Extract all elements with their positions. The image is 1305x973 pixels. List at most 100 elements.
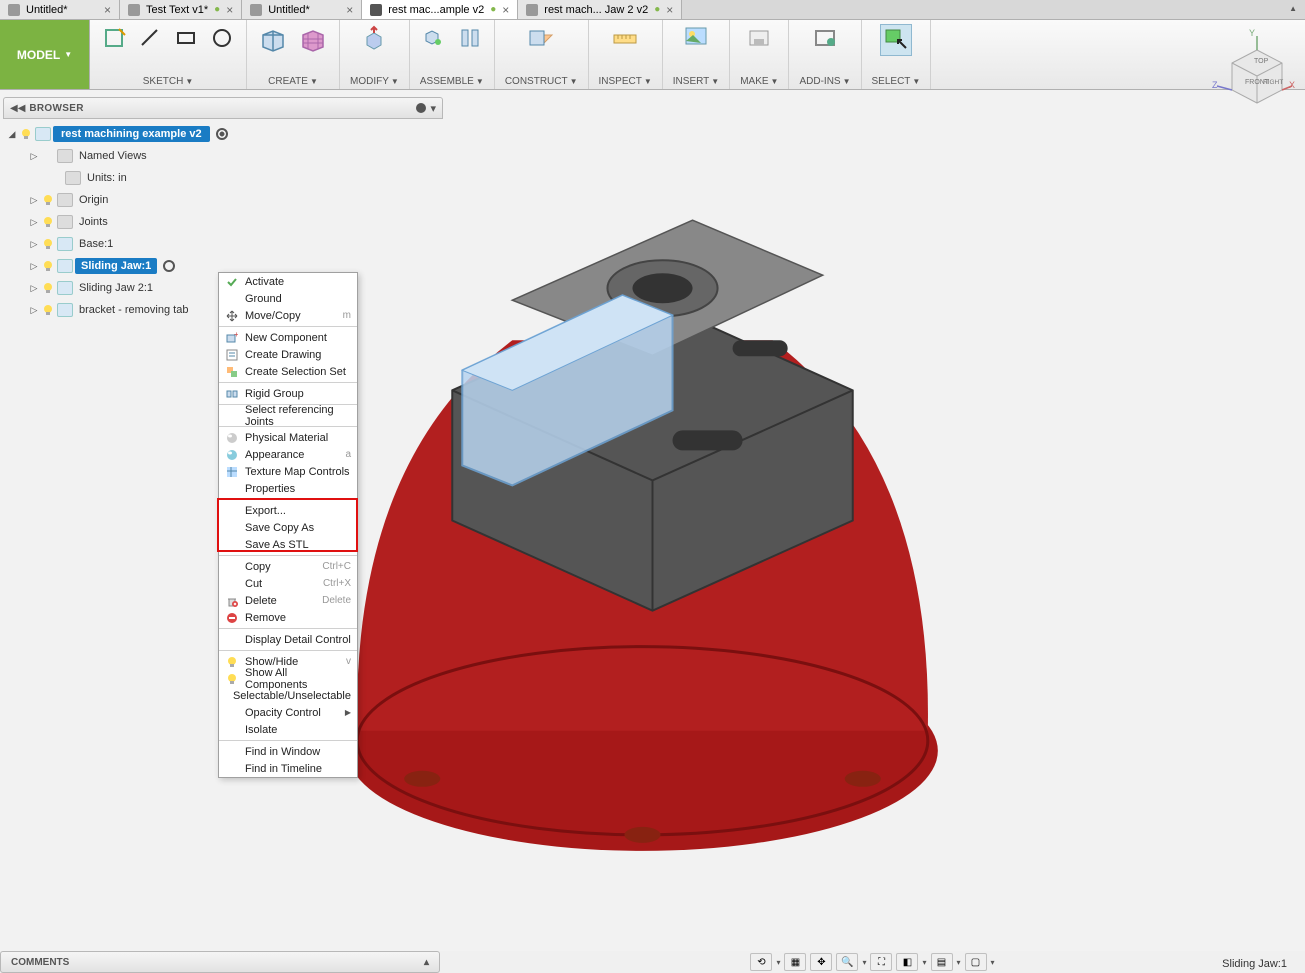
joint-asbuilt-icon[interactable] (456, 24, 484, 52)
pan-icon[interactable]: ✥ (810, 953, 832, 971)
viewport-icon[interactable]: ▢ (965, 953, 987, 971)
tree-node[interactable]: ▷Origin (3, 189, 443, 211)
expander-icon[interactable]: ◢ (7, 129, 17, 140)
menu-item-select-referencing-joints[interactable]: Select referencing Joints (219, 407, 357, 424)
measure-icon[interactable] (611, 24, 639, 52)
activate-radio-icon[interactable] (163, 260, 175, 272)
close-icon[interactable]: × (346, 3, 353, 17)
tab-untitled-2[interactable]: Untitled* × (242, 0, 362, 19)
menu-item-save-copy-as[interactable]: Save Copy As (219, 519, 357, 536)
close-icon[interactable]: × (226, 3, 233, 17)
fit-icon[interactable]: ⛶ (870, 953, 892, 971)
expander-icon[interactable]: ▷ (29, 283, 39, 294)
group-label[interactable]: INSPECT▼ (599, 76, 652, 87)
group-label[interactable]: SKETCH▼ (143, 76, 193, 87)
tab-untitled-1[interactable]: Untitled* × (0, 0, 120, 19)
visibility-bulb-icon[interactable] (41, 193, 55, 207)
group-label[interactable]: ASSEMBLE▼ (420, 76, 484, 87)
expander-icon[interactable]: ▷ (29, 261, 39, 272)
addins-icon[interactable] (811, 24, 839, 52)
tree-node[interactable]: ▷Joints (3, 211, 443, 233)
visibility-bulb-icon[interactable] (19, 127, 33, 141)
close-icon[interactable]: × (666, 3, 673, 17)
visibility-bulb-icon[interactable] (41, 237, 55, 251)
tree-node[interactable]: ▷Base:1 (3, 233, 443, 255)
menu-item-create-selection-set[interactable]: Create Selection Set (219, 363, 357, 380)
menu-item-remove[interactable]: Remove (219, 609, 357, 626)
menu-item-activate[interactable]: Activate (219, 273, 357, 290)
options-icon[interactable]: ▾ (430, 102, 436, 115)
tree-node[interactable]: ▷Named Views (3, 145, 443, 167)
group-label[interactable]: ADD-INS▼ (799, 76, 850, 87)
menu-item-rigid-group[interactable]: Rigid Group (219, 385, 357, 402)
lookAt-icon[interactable]: ▦ (784, 953, 806, 971)
visibility-bulb-icon[interactable] (41, 259, 55, 273)
active-radio-icon[interactable] (216, 128, 228, 140)
collapse-icon[interactable]: ◀◀ (10, 103, 25, 114)
expander-icon[interactable]: ▷ (29, 195, 39, 206)
menu-item-opacity-control[interactable]: Opacity Control▶ (219, 704, 357, 721)
insert-decal-icon[interactable] (682, 24, 710, 52)
minimize-dot-icon[interactable] (416, 103, 426, 113)
line-icon[interactable] (136, 24, 164, 52)
menu-item-find-in-window[interactable]: Find in Window (219, 743, 357, 760)
print3d-icon[interactable] (745, 24, 773, 52)
expander-icon[interactable]: ▷ (29, 217, 39, 228)
tab-jaw2[interactable]: rest mach... Jaw 2 v2 ● × (518, 0, 682, 19)
tab-rest-machining[interactable]: rest mac...ample v2 ● × (362, 0, 518, 19)
menu-item-display-detail-control[interactable]: Display Detail Control (219, 631, 357, 648)
workspace-switcher[interactable]: MODEL ▼ (0, 20, 90, 89)
group-label[interactable]: MAKE▼ (740, 76, 778, 87)
menu-item-appearance[interactable]: Appearancea (219, 446, 357, 463)
visibility-bulb-icon[interactable] (41, 281, 55, 295)
box-icon[interactable] (257, 24, 289, 56)
close-icon[interactable]: × (104, 3, 111, 17)
menu-item-export[interactable]: Export... (219, 502, 357, 519)
menu-item-properties[interactable]: Properties (219, 480, 357, 497)
menu-item-texture-map-controls[interactable]: Texture Map Controls (219, 463, 357, 480)
menu-item-move-copy[interactable]: Move/Copym (219, 307, 357, 324)
orbit-icon[interactable]: ⟲ (750, 953, 772, 971)
joint-icon[interactable] (420, 24, 448, 52)
grid-icon[interactable]: ▤ (931, 953, 953, 971)
sketch-create-icon[interactable] (100, 24, 128, 52)
group-label[interactable]: MODIFY▼ (350, 76, 399, 87)
comments-panel-header[interactable]: COMMENTS ▴ (0, 951, 440, 973)
rectangle-icon[interactable] (172, 24, 200, 52)
menu-item-isolate[interactable]: Isolate (219, 721, 357, 738)
menu-item-copy[interactable]: CopyCtrl+C (219, 558, 357, 575)
tab-overflow-indicator[interactable]: ▲ (1281, 0, 1305, 19)
zoom-icon[interactable]: 🔍 (836, 953, 858, 971)
menu-item-create-drawing[interactable]: Create Drawing (219, 346, 357, 363)
menu-item-ground[interactable]: Ground (219, 290, 357, 307)
presspull-icon[interactable] (360, 24, 388, 52)
expander-icon[interactable]: ▷ (29, 305, 39, 316)
menu-item-delete[interactable]: DeleteDelete (219, 592, 357, 609)
visibility-bulb-icon[interactable] (41, 215, 55, 229)
select-tool-icon[interactable] (880, 24, 912, 56)
form-icon[interactable] (297, 24, 329, 56)
plane-icon[interactable] (527, 24, 555, 52)
tree-root[interactable]: ◢ rest machining example v2 (3, 123, 443, 145)
menu-item-show-all-components[interactable]: Show All Components (219, 670, 357, 687)
visibility-bulb-icon[interactable] (41, 303, 55, 317)
menu-item-save-as-stl[interactable]: Save As STL (219, 536, 357, 553)
expander-icon[interactable]: ▷ (29, 239, 39, 250)
menu-item-selectable-unselectable[interactable]: Selectable/Unselectable (219, 687, 357, 704)
circle-icon[interactable] (208, 24, 236, 52)
menu-item-physical-material[interactable]: Physical Material (219, 429, 357, 446)
menu-item-cut[interactable]: CutCtrl+X (219, 575, 357, 592)
browser-header[interactable]: ◀◀ BROWSER ▾ (3, 97, 443, 119)
menu-item-new-component[interactable]: +New Component (219, 329, 357, 346)
view-cube[interactable]: Y Z X FRONT TOP RIGHT (1207, 28, 1287, 108)
group-label[interactable]: CREATE▼ (268, 76, 318, 87)
group-label[interactable]: INSERT▼ (673, 76, 719, 87)
expander-icon[interactable]: ▷ (29, 151, 39, 162)
expand-icon[interactable]: ▴ (424, 957, 429, 968)
group-label[interactable]: SELECT▼ (872, 76, 921, 87)
tree-node[interactable]: Units: in (3, 167, 443, 189)
tab-test-text[interactable]: Test Text v1* ● × (120, 0, 242, 19)
menu-item-find-in-timeline[interactable]: Find in Timeline (219, 760, 357, 777)
group-label[interactable]: CONSTRUCT▼ (505, 76, 578, 87)
display-style-icon[interactable]: ◧ (896, 953, 918, 971)
